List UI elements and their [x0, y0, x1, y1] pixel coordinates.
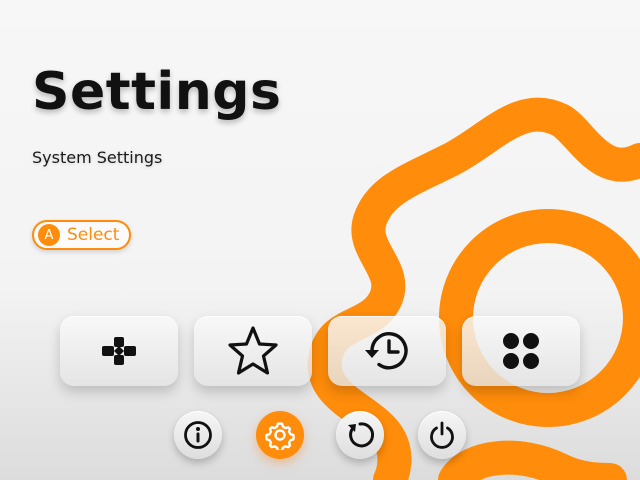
refresh-icon — [344, 419, 376, 451]
power-icon — [427, 420, 457, 450]
power-button[interactable] — [418, 411, 466, 459]
tile-favorites[interactable] — [194, 316, 312, 386]
gamepad-icon — [96, 335, 142, 367]
apps-grid-icon — [499, 329, 543, 373]
a-button-icon: A — [38, 224, 60, 246]
page-title: Settings — [32, 62, 282, 122]
refresh-button[interactable] — [336, 411, 384, 459]
tile-apps[interactable] — [462, 316, 580, 386]
info-button[interactable] — [174, 411, 222, 459]
select-hint-label: Select — [67, 225, 120, 245]
page-subtitle: System Settings — [32, 148, 163, 167]
select-hint[interactable]: A Select — [32, 220, 132, 250]
tile-history[interactable] — [328, 316, 446, 386]
tile-gamepad[interactable] — [60, 316, 178, 386]
info-icon — [183, 420, 213, 450]
settings-button[interactable] — [256, 411, 304, 459]
gear-icon — [265, 420, 295, 450]
star-icon — [226, 325, 280, 377]
history-icon — [362, 328, 412, 374]
